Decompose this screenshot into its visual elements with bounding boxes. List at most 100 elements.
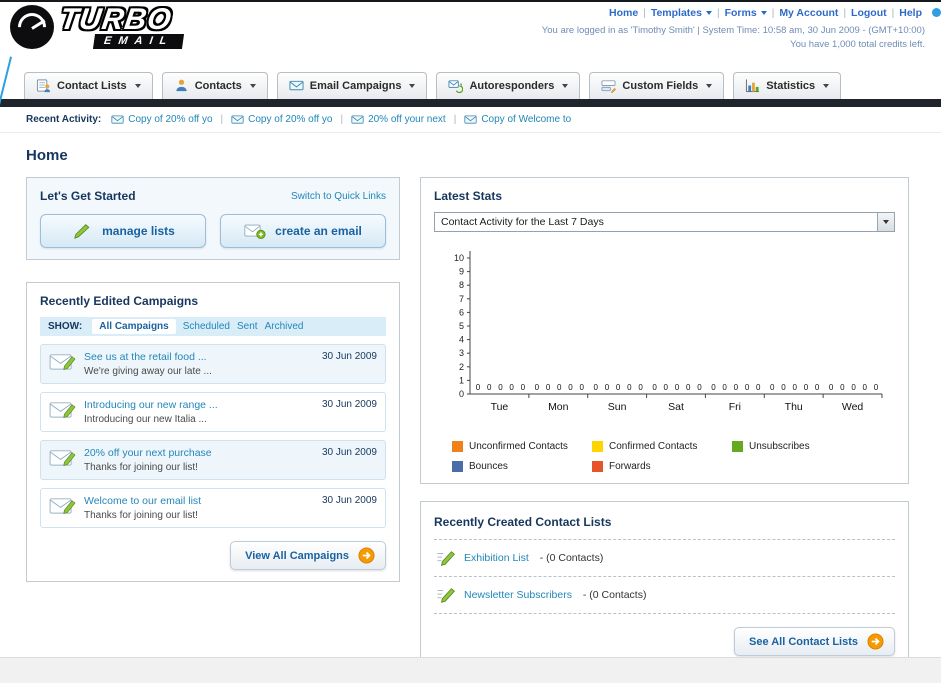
top-nav-label: Home	[609, 7, 639, 19]
svg-text:7: 7	[459, 294, 464, 304]
svg-text:0: 0	[616, 383, 621, 392]
tab-label: Autoresponders	[469, 79, 555, 92]
contacts-icon	[174, 78, 189, 93]
chevron-down-icon	[877, 213, 894, 231]
contact-list-detail: - (0 Contacts)	[536, 552, 604, 564]
campaign-subtitle: Thanks for joining our list!	[84, 510, 198, 521]
legend-swatch	[452, 441, 463, 452]
svg-text:0: 0	[593, 383, 598, 392]
filter-all-campaigns[interactable]: All Campaigns	[92, 319, 176, 334]
svg-text:0: 0	[792, 383, 797, 392]
svg-text:0: 0	[476, 383, 481, 392]
filter-scheduled[interactable]: Scheduled	[183, 321, 230, 332]
autoresponders-icon	[448, 78, 464, 93]
envelope-icon	[111, 113, 124, 126]
campaign-title-link[interactable]: Introducing our new range ...	[84, 399, 314, 411]
campaign-row[interactable]: See us at the retail food ... We're givin…	[40, 344, 386, 384]
create-email-button[interactable]: create an email	[220, 214, 386, 248]
contact-lists-title: Recently Created Contact Lists	[434, 515, 612, 529]
campaign-text: Introducing our new range ... Introducing…	[84, 399, 314, 425]
envelope-icon	[464, 113, 477, 126]
top-nav-label: My Account	[779, 7, 839, 19]
separator: |	[643, 8, 646, 19]
contact-list-link[interactable]: Newsletter Subscribers	[464, 589, 572, 601]
campaign-text: Welcome to our email list Thanks for join…	[84, 495, 314, 521]
tab-autoresponders[interactable]: Autoresponders	[436, 72, 581, 99]
svg-text:9: 9	[459, 267, 464, 277]
contact-list-detail: - (0 Contacts)	[579, 589, 647, 601]
top-nav-label: Templates	[650, 7, 702, 19]
recent-activity-item-label: Copy of 20% off yo	[248, 114, 333, 125]
top-nav-templates[interactable]: Templates	[651, 7, 712, 19]
svg-text:0: 0	[697, 383, 702, 392]
recent-activity-item[interactable]: Copy of 20% off yo	[111, 113, 213, 126]
top-nav-logout[interactable]: Logout	[851, 7, 887, 19]
contact-list-link[interactable]: Exhibition List	[464, 552, 529, 564]
svg-text:0: 0	[770, 383, 775, 392]
stats-select-value: Contact Activity for the Last 7 Days	[441, 216, 604, 228]
campaign-row[interactable]: Welcome to our email list Thanks for join…	[40, 488, 386, 528]
top-nav-home[interactable]: Home	[609, 7, 638, 19]
list-pencil-icon	[436, 549, 456, 567]
contact-list-row[interactable]: Exhibition List - (0 Contacts)	[434, 540, 895, 577]
legend-swatch	[592, 441, 603, 452]
separator: |	[771, 8, 775, 19]
tab-label: Statistics	[766, 79, 816, 92]
top-nav-help[interactable]: Help	[899, 7, 922, 19]
nav-divider-bar	[0, 99, 941, 107]
svg-text:0: 0	[734, 383, 739, 392]
tab-contacts[interactable]: Contacts	[161, 72, 268, 99]
tab-contact-lists[interactable]: Contact Lists	[24, 72, 153, 99]
contact-list-items: Exhibition List - (0 Contacts) Newsletter…	[434, 540, 895, 614]
svg-text:0: 0	[509, 383, 514, 392]
tab-statistics[interactable]: Statistics	[733, 72, 842, 99]
show-label: SHOW:	[48, 321, 83, 332]
envelope-pencil-icon	[49, 351, 76, 372]
campaign-row[interactable]: 20% off your next purchase Thanks for joi…	[40, 440, 386, 480]
recent-activity-item[interactable]: 20% off your next	[351, 113, 446, 126]
svg-text:0: 0	[675, 383, 680, 392]
separator: |	[717, 8, 720, 19]
svg-text:Fri: Fri	[729, 401, 741, 413]
campaign-list: See us at the retail food ... We're givin…	[40, 344, 386, 528]
top-nav-label: Logout	[851, 7, 887, 19]
svg-text:6: 6	[459, 307, 464, 317]
envelope-icon	[351, 113, 364, 126]
top-nav-my-account[interactable]: My Account	[779, 7, 838, 19]
campaign-title-link[interactable]: See us at the retail food ...	[84, 351, 314, 363]
filter-sent[interactable]: Sent	[237, 321, 258, 332]
svg-text:0: 0	[756, 383, 761, 392]
legend-item-unconfirmed-contacts: Unconfirmed Contacts	[452, 441, 592, 452]
manage-lists-label: manage lists	[102, 224, 175, 238]
switch-to-quick-links-link[interactable]: Switch to Quick Links	[291, 191, 386, 202]
view-all-campaigns-button[interactable]: View All Campaigns	[230, 541, 386, 570]
contact-list-row[interactable]: Newsletter Subscribers - (0 Contacts)	[434, 577, 895, 614]
svg-text:0: 0	[568, 383, 573, 392]
filter-archived[interactable]: Archived	[265, 321, 304, 332]
stats-chart: 0 1 2 3 4 5 6 7 8 9 10 0 0 0 0 0 Tue 0 0 0 0 0 Mon 0 0 0 0 0 Sun 0 0 0 0…	[434, 244, 895, 437]
recent-activity-items: Copy of 20% off yo | Copy of 20% off yo | 20…	[111, 113, 571, 126]
stats-activity-select[interactable]: Contact Activity for the Last 7 Days	[434, 212, 895, 232]
svg-text:2: 2	[459, 362, 464, 372]
tab-custom-fields[interactable]: Custom Fields	[589, 72, 725, 99]
recent-activity-item[interactable]: Copy of 20% off yo	[231, 113, 332, 126]
campaign-title-link[interactable]: Welcome to our email list	[84, 495, 314, 507]
tab-email-campaigns[interactable]: Email Campaigns	[276, 72, 428, 99]
recent-activity-item-label: 20% off your next	[368, 114, 446, 125]
campaign-title-link[interactable]: 20% off your next purchase	[84, 447, 314, 459]
svg-text:0: 0	[781, 383, 786, 392]
svg-text:0: 0	[804, 383, 809, 392]
svg-text:0: 0	[535, 383, 540, 392]
tab-label: Contact Lists	[57, 79, 127, 92]
see-all-contact-lists-button[interactable]: See All Contact Lists	[733, 627, 895, 656]
top-nav-forms[interactable]: Forms	[725, 7, 767, 19]
svg-text:0: 0	[874, 383, 879, 392]
campaign-text: See us at the retail food ... We're givin…	[84, 351, 314, 377]
svg-text:0: 0	[638, 383, 643, 392]
legend-item-unsubscribes: Unsubscribes	[732, 441, 872, 452]
manage-lists-button[interactable]: manage lists	[40, 214, 206, 248]
recent-activity-item[interactable]: Copy of Welcome to	[464, 113, 571, 126]
campaign-row[interactable]: Introducing our new range ... Introducing…	[40, 392, 386, 432]
legend-label: Bounces	[469, 461, 508, 472]
svg-text:1: 1	[459, 375, 464, 385]
